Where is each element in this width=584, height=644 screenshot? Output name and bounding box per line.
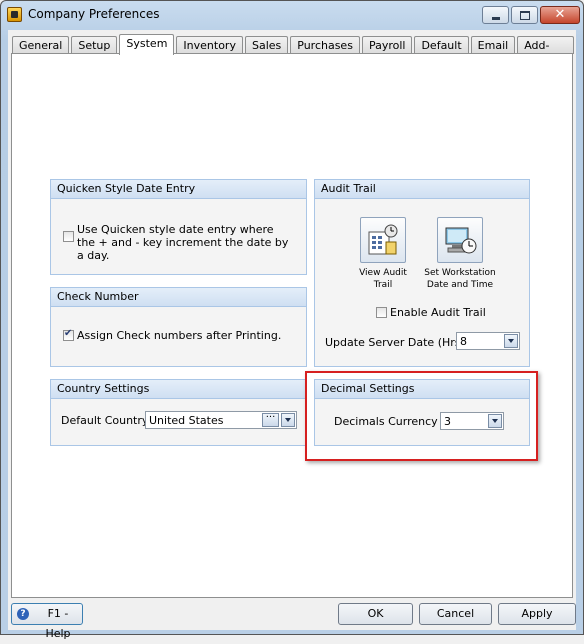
- tab-general[interactable]: General: [12, 36, 70, 54]
- tab-sales[interactable]: Sales: [244, 36, 289, 54]
- assign-check-numbers-checkbox[interactable]: [63, 328, 74, 341]
- tab-setup[interactable]: Setup: [71, 36, 118, 54]
- check-number-group: Check Number Assign Check numbers after …: [50, 287, 307, 367]
- tab-payroll[interactable]: Payroll: [361, 36, 413, 54]
- maximize-button[interactable]: [511, 6, 538, 24]
- minimize-button[interactable]: [482, 6, 509, 24]
- update-server-date-combo[interactable]: 8: [456, 332, 520, 350]
- default-country-value: United States: [149, 414, 224, 427]
- apply-button[interactable]: Apply: [498, 603, 576, 625]
- tab-email[interactable]: Email: [470, 36, 516, 54]
- enable-audit-trail-label: Enable Audit Trail: [390, 306, 486, 319]
- set-workstation-label: Set Workstation Date and Time: [421, 267, 499, 291]
- app-icon: [7, 7, 22, 22]
- update-server-date-label: Update Server Date (Hrs): [325, 336, 465, 349]
- tab-add-ons[interactable]: Add-Ons: [517, 36, 574, 69]
- workstation-label-line1: Set Workstation: [424, 268, 496, 278]
- tab-default[interactable]: Default: [414, 36, 469, 54]
- title-bar: Company Preferences ✕: [1, 1, 583, 29]
- chevron-down-icon[interactable]: [281, 413, 295, 427]
- tab-system[interactable]: System: [119, 34, 175, 55]
- company-preferences-window: Company Preferences ✕ General Setup Syst…: [0, 0, 584, 640]
- tab-purchases[interactable]: Purchases: [290, 36, 360, 54]
- view-audit-trail-button[interactable]: [360, 217, 406, 263]
- tab-strip: General Setup System Inventory Sales Pur…: [12, 34, 576, 69]
- chevron-down-icon[interactable]: [504, 334, 518, 348]
- workstation-label-line2: Date and Time: [426, 280, 494, 290]
- workstation-clock-icon: [445, 227, 477, 254]
- view-audit-label-line2: Trail: [373, 280, 393, 290]
- quicken-date-group: Quicken Style Date Entry Use Quicken sty…: [50, 179, 307, 275]
- quicken-date-checkbox[interactable]: [63, 231, 74, 242]
- default-country-combo[interactable]: United States ···: [145, 411, 297, 429]
- quicken-date-label: Use Quicken style date entry where the +…: [77, 223, 289, 262]
- audit-trail-icon: [368, 224, 398, 255]
- help-button[interactable]: ? F1 - Help: [11, 603, 83, 640]
- quicken-date-header: Quicken Style Date Entry: [51, 180, 306, 199]
- help-button-label: F1 - Help: [45, 607, 71, 640]
- assign-check-numbers-label: Assign Check numbers after Printing.: [77, 329, 282, 342]
- close-button[interactable]: ✕: [540, 6, 580, 24]
- set-workstation-datetime-button[interactable]: [437, 217, 483, 263]
- window-title: Company Preferences: [28, 7, 160, 21]
- decimal-settings-highlight: [305, 371, 538, 461]
- enable-audit-trail-checkbox[interactable]: [376, 307, 387, 318]
- audit-trail-group: Audit Trail View Audit Trail Set Worksta…: [314, 179, 530, 367]
- cancel-button[interactable]: Cancel: [419, 603, 492, 625]
- tab-inventory[interactable]: Inventory: [176, 36, 243, 54]
- view-audit-label-line1: View Audit: [359, 268, 407, 278]
- browse-ellipsis-icon[interactable]: ···: [262, 413, 279, 427]
- default-country-label: Default Country: [61, 414, 149, 427]
- view-audit-trail-label: View Audit Trail: [349, 267, 417, 291]
- country-settings-header: Country Settings: [51, 380, 306, 399]
- update-server-date-value: 8: [460, 335, 467, 348]
- country-settings-group: Country Settings Default Country United …: [50, 379, 307, 446]
- ok-button[interactable]: OK: [338, 603, 413, 625]
- help-icon: ?: [17, 608, 29, 620]
- audit-trail-header: Audit Trail: [315, 180, 529, 199]
- close-icon: ✕: [554, 7, 566, 22]
- check-number-header: Check Number: [51, 288, 306, 307]
